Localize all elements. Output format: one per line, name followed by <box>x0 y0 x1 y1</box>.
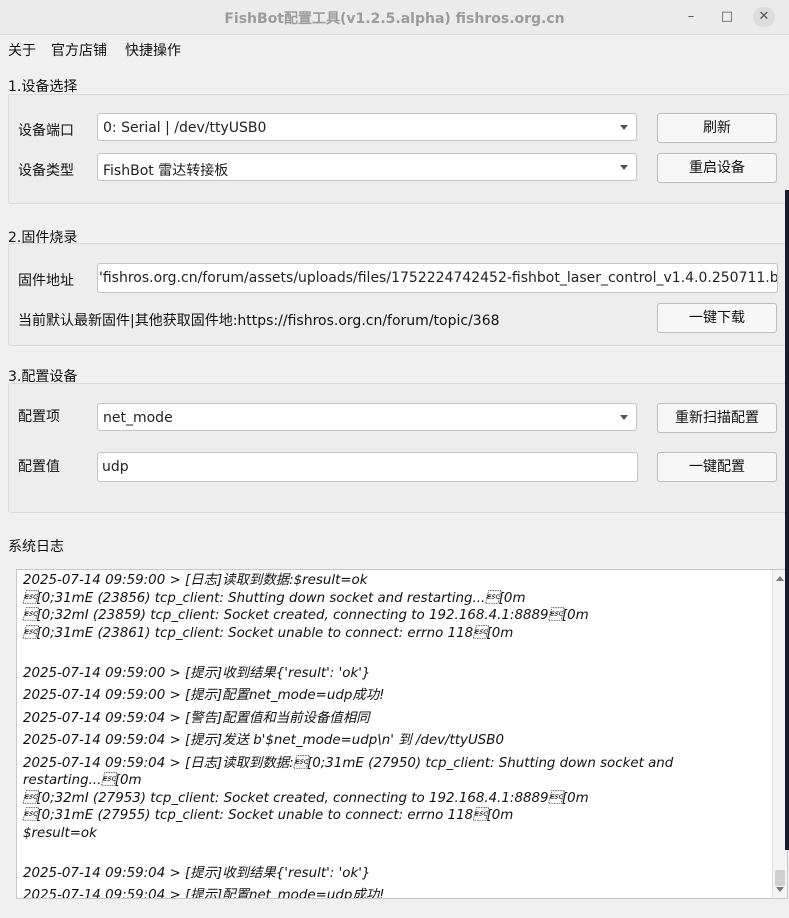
restart-device-button[interactable]: 重启设备 <box>657 153 777 183</box>
close-button[interactable]: ✕ <box>753 7 775 27</box>
log-line: [0;31mE (23861) tcp_client: Socket unab… <box>23 625 514 641</box>
log-line: $result=ok <box>23 825 97 841</box>
window-title: FishBot配置工具(v1.2.5.alpha) fishros.org.cn <box>224 11 565 27</box>
config-item-select[interactable]: net_mode <box>97 403 637 431</box>
maximize-button[interactable]: □ <box>716 7 738 27</box>
log-line: [0;32mI (27953) tcp_client: Socket crea… <box>23 790 589 806</box>
minimize-button[interactable]: – <box>680 7 702 27</box>
chevron-down-icon <box>620 165 628 170</box>
log-line: 2025-07-14 09:59:04 > [提示]收到结果{'result':… <box>23 865 371 881</box>
log-line: 2025-07-14 09:59:00 > [提示]收到结果{'result':… <box>23 665 371 681</box>
port-select-value: 0: Serial | /dev/ttyUSB0 <box>103 120 267 136</box>
menu-bar: 关于 官方店铺 快捷操作 <box>0 36 789 62</box>
type-label: 设备类型 <box>18 163 74 179</box>
scroll-up-icon[interactable] <box>776 576 784 581</box>
port-select[interactable]: 0: Serial | /dev/ttyUSB0 <box>97 113 637 141</box>
scroll-down-icon[interactable] <box>776 887 784 892</box>
firmware-address-value: 'fishros.org.cn/forum/assets/uploads/fil… <box>99 270 778 286</box>
apply-config-button[interactable]: 一键配置 <box>657 452 777 482</box>
chevron-down-icon <box>620 415 628 420</box>
log-line: 2025-07-14 09:59:04 > [警告]配置值和当前设备值相同 <box>23 710 370 726</box>
log-textarea[interactable]: 2025-07-14 09:59:00 > [日志]读取到数据:$result=… <box>16 569 788 899</box>
log-line: 2025-07-14 09:59:00 > [日志]读取到数据:$result=… <box>23 573 368 588</box>
menu-official-store[interactable]: 官方店铺 <box>51 40 107 60</box>
scrollbar-thumb[interactable] <box>775 870 785 886</box>
config-item-label: 配置项 <box>18 409 60 425</box>
log-line: 2025-07-14 09:59:04 > [日志]读取到数据:[0;31mE… <box>23 755 674 789</box>
log-line: 2025-07-14 09:59:00 > [提示]配置net_mode=udp… <box>23 688 385 703</box>
log-line: 2025-07-14 09:59:04 > [提示]发送 b'$net_mode… <box>23 733 504 748</box>
log-line: [0;31mE (27955) tcp_client: Socket unab… <box>23 808 514 823</box>
refresh-button[interactable]: 刷新 <box>657 113 777 143</box>
title-bar: FishBot配置工具(v1.2.5.alpha) fishros.org.cn… <box>0 0 789 35</box>
menu-quick-actions[interactable]: 快捷操作 <box>125 40 181 60</box>
config-value-label: 配置值 <box>18 459 60 475</box>
config-value-input[interactable]: udp <box>97 452 638 482</box>
download-button[interactable]: 一键下载 <box>657 303 777 333</box>
config-item-value: net_mode <box>103 410 173 426</box>
type-select[interactable]: FishBot 雷达转接板 <box>97 153 637 181</box>
firmware-address-input[interactable]: 'fishros.org.cn/forum/assets/uploads/fil… <box>97 263 778 293</box>
device-groupbox <box>8 94 789 204</box>
config-value-text: udp <box>102 459 129 475</box>
log-line: [0;31mE (23856) tcp_client: Shutting do… <box>23 590 526 606</box>
log-lines: 2025-07-14 09:59:00 > [日志]读取到数据:$result=… <box>23 572 768 899</box>
port-label: 设备端口 <box>18 123 74 139</box>
background-edge <box>785 190 789 850</box>
log-title: 系统日志 <box>8 539 64 555</box>
type-select-value: FishBot 雷达转接板 <box>103 163 229 179</box>
rescan-config-button[interactable]: 重新扫描配置 <box>657 403 777 433</box>
firmware-info-text: 当前默认最新固件|其他获取固件地:https://fishros.org.cn/… <box>18 313 500 329</box>
device-section-title: 1.设备选择 <box>8 79 78 95</box>
log-line: [0;32mI (23859) tcp_client: Socket crea… <box>23 608 589 623</box>
log-line: 2025-07-14 09:59:04 > [提示]配置net_mode=udp… <box>23 888 385 899</box>
menu-about[interactable]: 关于 <box>8 40 36 60</box>
chevron-down-icon <box>620 125 628 130</box>
firmware-address-label: 固件地址 <box>18 273 74 289</box>
